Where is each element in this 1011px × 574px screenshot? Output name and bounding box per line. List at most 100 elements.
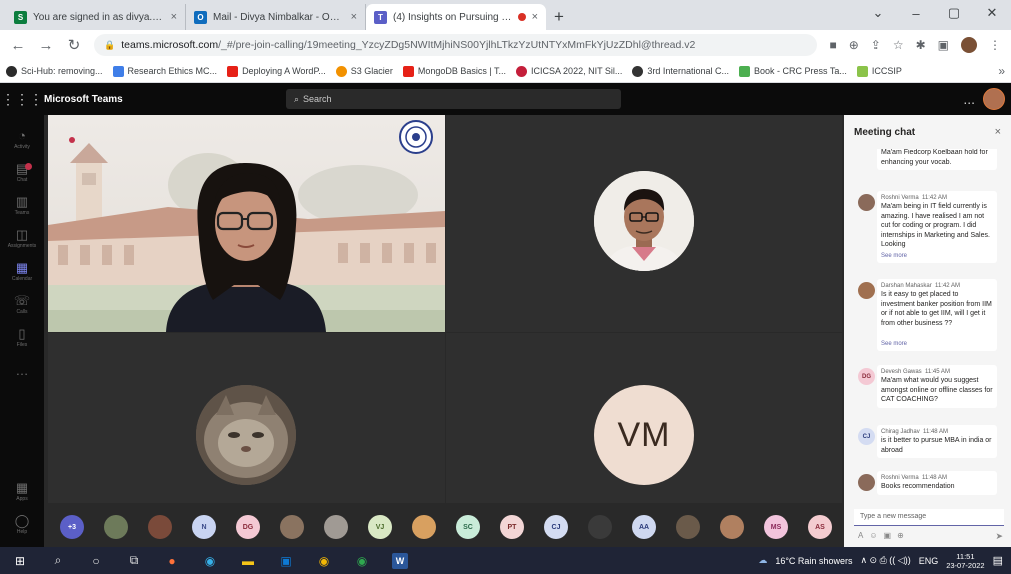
video-tile-participant-4[interactable]: VM <box>446 333 842 503</box>
cortana-icon[interactable]: ○ <box>88 553 104 569</box>
rail-item-help[interactable]: ◯ Help <box>0 508 44 541</box>
attendee-initials-avatar[interactable]: VJ <box>368 515 392 539</box>
attendee-initials-avatar[interactable]: PT <box>500 515 524 539</box>
tab-close-icon[interactable]: × <box>351 11 357 23</box>
overflow-count-badge[interactable]: +3 <box>60 515 84 539</box>
zoom-icon[interactable]: ⊕ <box>849 38 859 52</box>
address-bar[interactable]: 🔒 teams.microsoft.com/_#/pre-join-callin… <box>94 34 818 56</box>
user-avatar[interactable] <box>983 88 1005 110</box>
bookmark-item[interactable]: ICICSA 2022, NIT Sil... <box>516 65 622 77</box>
bookmark-item[interactable]: MongoDB Basics | T... <box>402 65 506 77</box>
chrome-icon[interactable]: ◉ <box>316 553 332 569</box>
close-icon[interactable]: × <box>995 126 1001 138</box>
clock[interactable]: 11:51 23-07-2022 <box>946 552 984 570</box>
store-icon[interactable]: ▣ <box>278 553 294 569</box>
search-icon[interactable]: ⌕ <box>50 553 66 569</box>
attach-icon[interactable]: ⊕ <box>897 531 904 540</box>
minimize-icon[interactable]: – <box>897 0 935 26</box>
gif-icon[interactable]: ▣ <box>884 531 892 540</box>
profile-avatar[interactable] <box>961 37 977 53</box>
weather-icon: ☁ <box>758 555 768 565</box>
rail-item-assignments[interactable]: ◫ Assignments <box>0 222 44 255</box>
attendee-initials-avatar[interactable]: SC <box>456 515 480 539</box>
bookmark-item[interactable]: Research Ethics MC... <box>112 65 217 77</box>
task-view-icon[interactable]: ⧉ <box>126 553 142 569</box>
tab-close-icon[interactable]: × <box>171 11 177 23</box>
weather-text[interactable]: 16°C Rain showers <box>775 556 852 566</box>
maximize-icon[interactable]: ▢ <box>935 0 973 26</box>
video-tile-presenter[interactable] <box>48 115 445 332</box>
back-icon[interactable]: ← <box>10 37 26 54</box>
chrome-active-icon[interactable]: ◉ <box>354 553 370 569</box>
bookmarks-overflow-icon[interactable]: » <box>998 64 1005 78</box>
rail-item-apps[interactable]: ▦ Apps <box>0 475 44 508</box>
reload-icon[interactable]: ↻ <box>66 36 82 54</box>
attendee-photo-avatar[interactable] <box>720 515 744 539</box>
attendee-initials-avatar[interactable]: N <box>192 515 216 539</box>
chat-message-text: Is it easy to get placed to investment b… <box>881 291 992 327</box>
tab-close-icon[interactable]: × <box>532 11 538 23</box>
browser-tab-1[interactable]: S You are signed in as divya.nimbk × <box>6 4 186 30</box>
bookmark-item[interactable]: Sci-Hub: removing... <box>6 65 103 77</box>
edge-icon[interactable]: ◉ <box>202 553 218 569</box>
video-tile-participant-2[interactable] <box>446 115 842 332</box>
tray-icons[interactable]: ∧ ⊙ ⎙ (( ◁)) <box>860 555 910 566</box>
bookmark-item[interactable]: 3rd International C... <box>632 65 729 77</box>
browser-tab-2[interactable]: O Mail - Divya Nimbalkar - Outlook × <box>186 4 366 30</box>
chat-message-text: Books recommendation <box>881 483 955 490</box>
attendee-photo-avatar[interactable] <box>412 515 436 539</box>
language-indicator[interactable]: ENG <box>919 556 939 566</box>
new-tab-button[interactable]: + <box>546 4 572 30</box>
attendee-initials-avatar[interactable]: MS <box>764 515 788 539</box>
bookmark-item[interactable]: Book - CRC Press Ta... <box>738 65 847 77</box>
attendee-initials-avatar[interactable]: AA <box>632 515 656 539</box>
message-compose-input[interactable]: Type a new message <box>854 509 1004 526</box>
see-more-link[interactable]: See more <box>881 252 993 262</box>
attendee-photo-avatar[interactable] <box>324 515 348 539</box>
browser-tab-3-active[interactable]: T (4) Insights on Pursuing MB × <box>366 4 546 30</box>
rail-item-calendar[interactable]: ▦ Calendar <box>0 255 44 288</box>
tab-search-icon[interactable]: ⌄ <box>859 0 897 26</box>
rail-item-activity[interactable]: ◔ Activity <box>0 123 44 156</box>
format-icon[interactable]: A <box>858 531 863 540</box>
attendee-photo-avatar[interactable] <box>280 515 304 539</box>
files-icon[interactable]: ▬ <box>240 553 256 569</box>
attendee-photo-avatar[interactable] <box>588 515 612 539</box>
video-tile-participant-3[interactable] <box>48 333 445 503</box>
bookmark-item[interactable]: Deploying A WordP... <box>227 65 326 77</box>
menu-icon[interactable]: ⋮ <box>989 38 1001 52</box>
windows-start-icon[interactable]: ⊞ <box>12 553 28 569</box>
rail-item-more[interactable]: … <box>0 354 44 387</box>
notification-icon[interactable]: ▤ <box>993 554 1003 567</box>
word-icon[interactable]: W <box>392 552 408 569</box>
attendee-photo-avatar[interactable] <box>676 515 700 539</box>
bookmark-item[interactable]: ICCSIP <box>856 65 902 77</box>
sidepanel-icon[interactable]: ▣ <box>938 38 949 52</box>
attendee-initials-avatar[interactable]: AS <box>808 515 832 539</box>
rail-item-calls[interactable]: ☏ Calls <box>0 288 44 321</box>
send-icon[interactable]: ➤ <box>995 531 1003 542</box>
search-input[interactable]: ⌕ Search <box>286 89 621 109</box>
camera-icon[interactable]: ■ <box>829 38 836 52</box>
cat-photo <box>196 385 296 485</box>
bookmark-star-icon[interactable]: ☆ <box>893 38 904 52</box>
forward-icon[interactable]: → <box>38 37 54 54</box>
rail-label: Teams <box>14 210 30 216</box>
rail-item-chat[interactable]: ▤ Chat <box>0 156 44 189</box>
close-window-icon[interactable]: ✕ <box>973 0 1011 26</box>
attendee-initials-avatar[interactable]: CJ <box>544 515 568 539</box>
share-icon[interactable]: ⇪ <box>871 38 881 52</box>
extensions-icon[interactable]: ✱ <box>916 38 926 52</box>
emoji-icon[interactable]: ☺ <box>869 531 877 540</box>
rail-item-teams[interactable]: ▥ Teams <box>0 189 44 222</box>
bookmark-item[interactable]: S3 Glacier <box>335 65 393 77</box>
compose-toolbar: A ☺ ▣ ⊕ <box>858 531 904 540</box>
attendee-photo-avatar[interactable] <box>104 515 128 539</box>
attendee-photo-avatar[interactable] <box>148 515 172 539</box>
firefox-icon[interactable]: ● <box>164 553 180 569</box>
see-more-link[interactable]: See more <box>881 340 993 350</box>
more-options-icon[interactable]: ... <box>963 91 975 107</box>
rail-item-files[interactable]: ▯ Files <box>0 321 44 354</box>
app-launcher-icon[interactable]: ⋮⋮⋮ <box>0 91 44 108</box>
attendee-initials-avatar[interactable]: DG <box>236 515 260 539</box>
